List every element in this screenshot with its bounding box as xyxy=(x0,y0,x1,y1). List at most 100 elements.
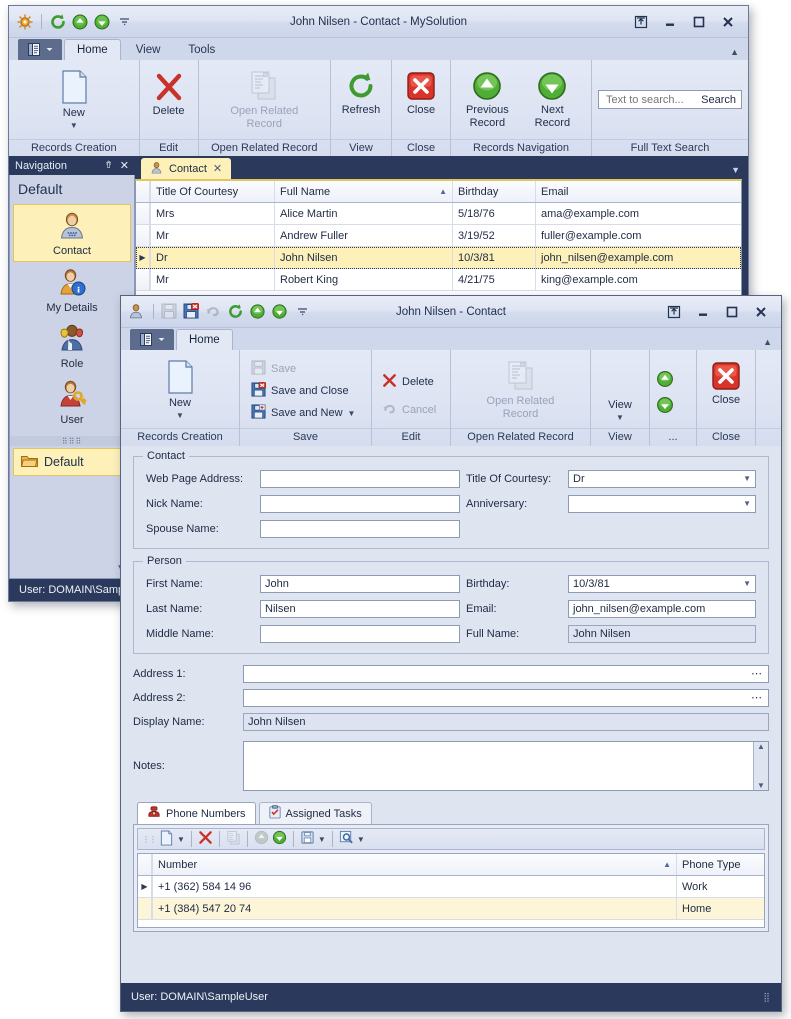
save-icon[interactable] xyxy=(161,303,179,321)
notes-scrollbar[interactable]: ▲ ▼ xyxy=(753,742,768,790)
collapse-ribbon-icon[interactable]: ▲ xyxy=(730,47,739,57)
close-icon[interactable]: ✕ xyxy=(213,162,222,175)
tab-assigned-tasks[interactable]: Assigned Tasks xyxy=(258,802,372,824)
view-button[interactable]: View ▼ xyxy=(591,394,649,424)
new-button[interactable]: New ▼ xyxy=(45,64,103,132)
last-name-field[interactable]: Nilsen xyxy=(260,600,460,618)
close-icon[interactable]: ✕ xyxy=(120,159,129,172)
new-dropdown-icon[interactable]: ▼ xyxy=(70,121,78,130)
resize-grip-icon[interactable]: ⣿ xyxy=(763,992,771,1003)
first-name-field[interactable]: John xyxy=(260,575,460,593)
open-related-record-icon[interactable] xyxy=(226,830,241,848)
table-row[interactable]: Mr Andrew Fuller 3/19/52 fuller@example.… xyxy=(136,225,741,247)
delete-button[interactable]: Delete xyxy=(378,371,438,393)
tab-view[interactable]: View xyxy=(123,39,174,60)
pin-icon[interactable]: ⇮ xyxy=(104,160,112,171)
middle-name-field[interactable] xyxy=(260,625,460,643)
find-dropdown-icon[interactable]: ▼ xyxy=(357,835,365,844)
column-header-full-name[interactable]: Full Name ▲ xyxy=(274,181,452,202)
scroll-up-icon[interactable]: ▲ xyxy=(757,742,765,751)
birthday-combo[interactable]: 10/3/81 ▼ xyxy=(568,575,756,593)
contact-icon[interactable] xyxy=(128,303,146,321)
spouse-name-field[interactable] xyxy=(260,520,460,538)
restore-layout-button[interactable] xyxy=(660,301,688,323)
next-record-icon[interactable] xyxy=(271,303,289,321)
document-tabs-overflow-icon[interactable]: ▼ xyxy=(731,165,740,175)
web-page-address-field[interactable] xyxy=(260,470,460,488)
refresh-icon[interactable] xyxy=(49,13,67,31)
email-field[interactable]: john_nilsen@example.com xyxy=(568,600,756,618)
open-related-record-button[interactable]: Open Related Record xyxy=(466,354,575,422)
title-of-courtesy-combo[interactable]: Dr ▼ xyxy=(568,470,756,488)
address-2-field[interactable]: ⋯ xyxy=(243,689,769,707)
export-dropdown-icon[interactable]: ▼ xyxy=(318,835,326,844)
full-text-search-box[interactable]: Search xyxy=(598,90,742,109)
notes-textarea[interactable]: ▲ ▼ xyxy=(243,741,769,791)
save-and-new-dropdown-icon[interactable]: ▼ xyxy=(348,409,356,418)
previous-record-icon[interactable] xyxy=(249,303,267,321)
new-button[interactable]: New ▼ xyxy=(151,354,209,422)
toolbar-drag-handle[interactable]: ⋮⋮ xyxy=(142,835,157,844)
navigation-splitter[interactable]: ⠿⠿⠿ xyxy=(10,436,134,446)
delete-button[interactable]: Delete xyxy=(140,64,198,120)
document-tab-contact[interactable]: Contact ✕ xyxy=(141,158,232,179)
chevron-down-icon[interactable]: ▼ xyxy=(743,471,751,487)
save-and-close-button[interactable]: Save and Close xyxy=(247,380,353,402)
scroll-down-icon[interactable]: ▼ xyxy=(757,781,765,790)
table-row[interactable]: ▶ +1 (362) 584 14 96 Work xyxy=(138,876,764,898)
search-input[interactable] xyxy=(604,92,702,107)
application-menu-button[interactable] xyxy=(130,329,174,350)
table-row-selected[interactable]: ▶ Dr John Nilsen 10/3/81 john_nilsen@exa… xyxy=(136,247,741,269)
app-logo-icon[interactable] xyxy=(16,13,34,31)
sidebar-item-role[interactable]: Role xyxy=(10,318,134,374)
next-record-button[interactable] xyxy=(656,396,674,417)
navigation-footer-group-default[interactable]: Default xyxy=(13,448,131,476)
next-record-icon[interactable] xyxy=(93,13,111,31)
restore-layout-button[interactable] xyxy=(627,11,655,33)
column-header-birthday[interactable]: Birthday xyxy=(452,181,535,202)
view-dropdown-icon[interactable]: ▼ xyxy=(616,413,624,422)
maximize-button[interactable] xyxy=(685,11,713,33)
collapse-ribbon-icon[interactable]: ▲ xyxy=(763,337,772,347)
new-dropdown-icon[interactable]: ▼ xyxy=(177,835,185,844)
address-1-ellipsis-button[interactable]: ⋯ xyxy=(751,666,763,682)
sidebar-item-user[interactable]: User xyxy=(10,374,134,430)
refresh-icon[interactable] xyxy=(227,303,245,321)
search-magnifier-icon[interactable] xyxy=(339,830,354,848)
minimize-button[interactable] xyxy=(656,11,684,33)
arrow-up-green-icon[interactable] xyxy=(254,830,269,848)
previous-record-icon[interactable] xyxy=(71,13,89,31)
column-header-phone-type[interactable]: Phone Type xyxy=(676,854,764,875)
cancel-button[interactable]: Cancel xyxy=(378,399,440,421)
chevron-down-icon[interactable]: ▼ xyxy=(743,496,751,512)
tab-home[interactable]: Home xyxy=(176,329,233,350)
chevron-down-icon[interactable]: ▼ xyxy=(743,576,751,592)
close-button[interactable] xyxy=(747,301,775,323)
anniversary-combo[interactable]: ▼ xyxy=(568,495,756,513)
address-1-field[interactable]: ⋯ xyxy=(243,665,769,683)
save-button[interactable]: Save xyxy=(247,358,300,380)
next-record-button[interactable]: Next Record xyxy=(520,64,585,131)
delete-x-icon[interactable] xyxy=(198,830,213,848)
table-row[interactable]: +1 (384) 547 20 74 Home xyxy=(138,898,764,920)
customize-quick-access-icon[interactable] xyxy=(115,13,133,31)
tab-phone-numbers[interactable]: Phone Numbers xyxy=(137,802,256,824)
previous-record-button[interactable] xyxy=(656,370,674,391)
address-2-ellipsis-button[interactable]: ⋯ xyxy=(751,690,763,706)
save-and-close-icon[interactable] xyxy=(183,302,201,321)
close-record-button[interactable]: Close xyxy=(392,64,450,119)
column-header-title-of-courtesy[interactable]: Title Of Courtesy xyxy=(150,181,274,202)
tab-home[interactable]: Home xyxy=(64,39,121,60)
undo-icon[interactable] xyxy=(205,303,223,321)
open-related-record-button[interactable]: Open Related Record xyxy=(211,64,317,132)
new-dropdown-icon[interactable]: ▼ xyxy=(176,411,184,420)
refresh-button[interactable]: Refresh xyxy=(332,64,390,119)
minimize-button[interactable] xyxy=(689,301,717,323)
search-button[interactable]: Search xyxy=(701,94,736,106)
column-header-email[interactable]: Email xyxy=(535,181,741,202)
previous-record-button[interactable]: Previous Record xyxy=(457,64,518,131)
table-row[interactable]: Mr Robert King 4/21/75 king@example.com xyxy=(136,269,741,291)
application-menu-button[interactable] xyxy=(18,39,62,60)
maximize-button[interactable] xyxy=(718,301,746,323)
nick-name-field[interactable] xyxy=(260,495,460,513)
